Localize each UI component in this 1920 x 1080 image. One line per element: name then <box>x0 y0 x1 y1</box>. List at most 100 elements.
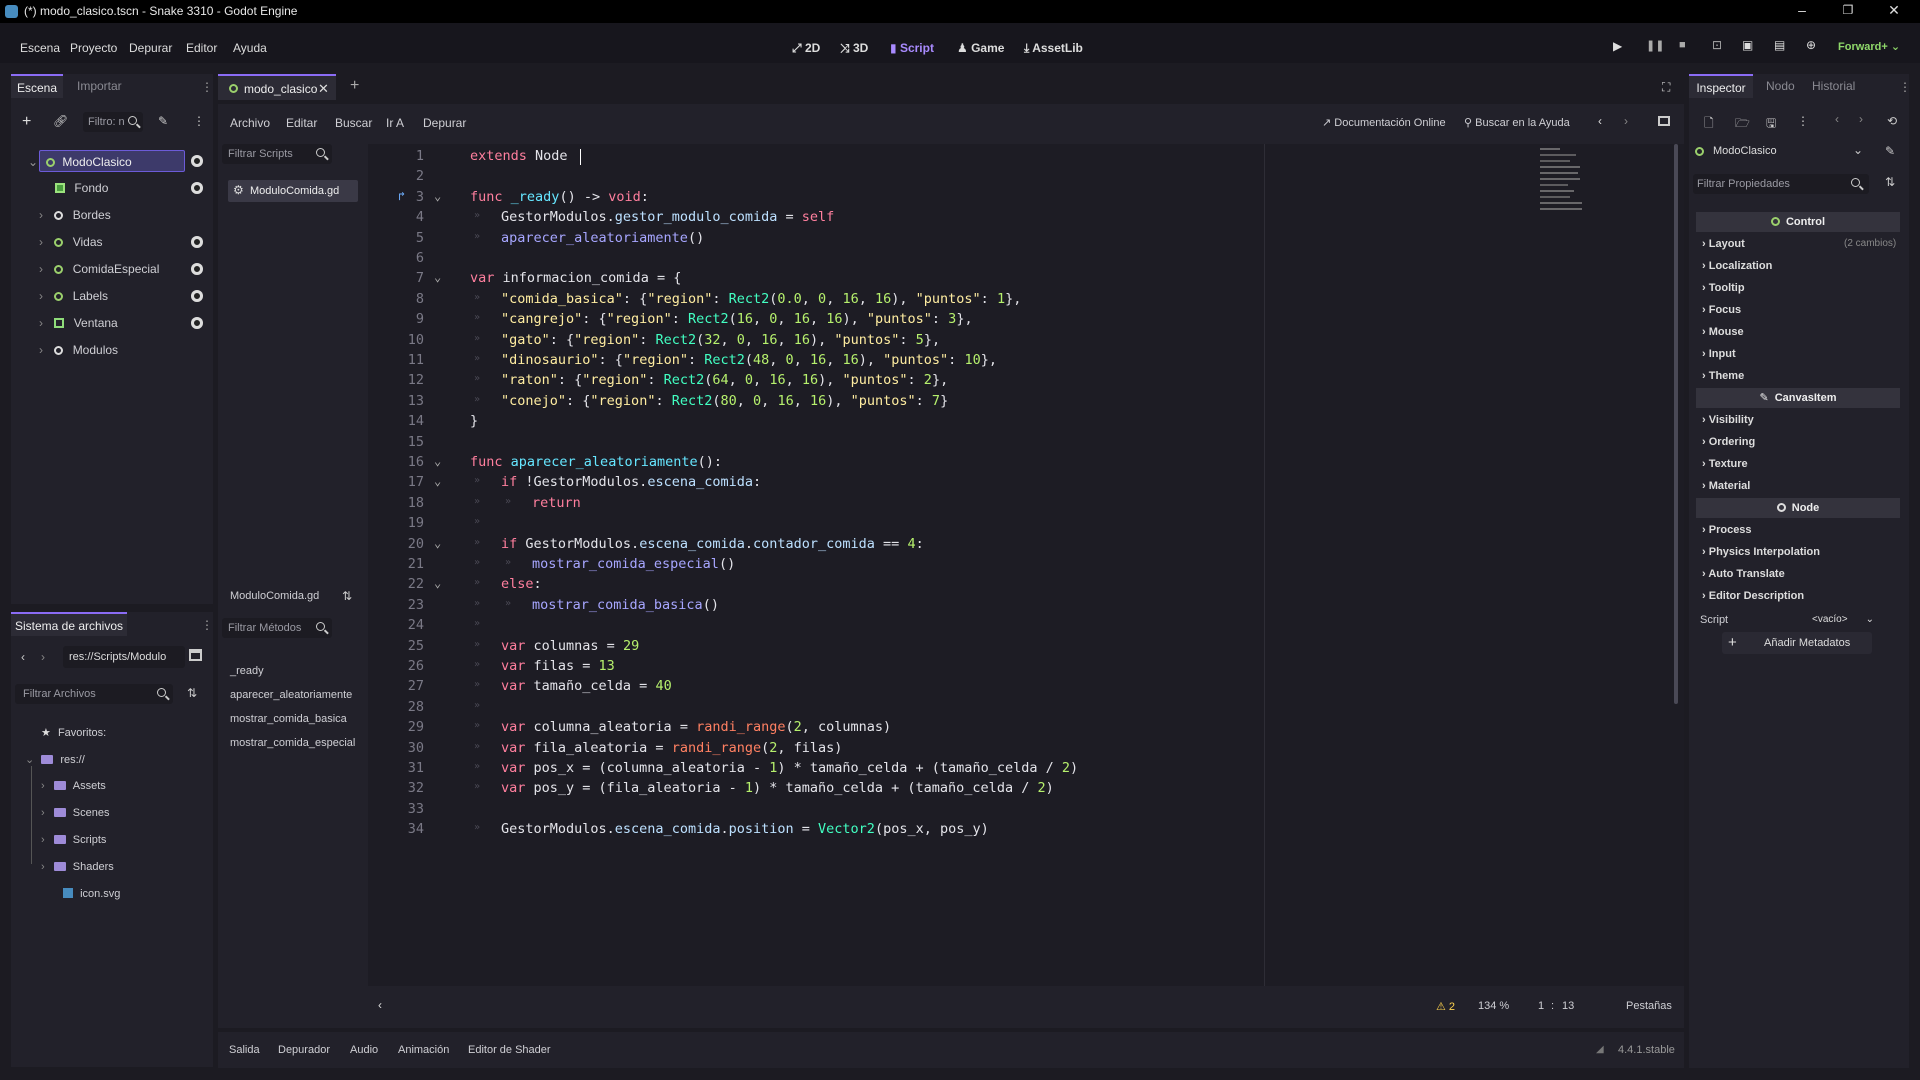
menu-archivo[interactable]: Archivo <box>230 116 270 130</box>
minimap[interactable] <box>1536 144 1584 264</box>
more-icon[interactable]: ⋮ <box>1797 114 1809 128</box>
fold-chevron-icon[interactable]: ⌄ <box>434 576 441 590</box>
prop-group-visibility[interactable]: › Visibility <box>1702 414 1754 426</box>
tree-node-modoclasico[interactable]: ⌄ ModoClasico <box>28 150 185 172</box>
filter-scripts-input[interactable]: Filtrar Scripts <box>222 144 332 164</box>
dock-menu-icon[interactable]: ⋮ <box>1899 80 1911 94</box>
filter-properties-input[interactable]: Filtrar Propiedades <box>1693 174 1869 194</box>
fold-chevron-icon[interactable]: ⌄ <box>434 454 441 468</box>
tab-script[interactable]: ▮ Script <box>890 41 934 55</box>
open-folder-icon[interactable]: 🗁︎ <box>1735 114 1750 135</box>
movie-maker-icon[interactable]: ⊕ <box>1806 38 1816 52</box>
zoom-level[interactable]: 134 % <box>1478 1000 1509 1012</box>
filter-methods-input[interactable]: Filtrar Métodos <box>222 618 332 638</box>
more-icon[interactable]: ⋮ <box>193 114 205 128</box>
path-field[interactable]: res://Scripts/Modulo <box>63 646 185 668</box>
menu-depurar-script[interactable]: Depurar <box>423 116 466 130</box>
float-window-icon[interactable] <box>1658 116 1670 126</box>
prop-group-focus[interactable]: › Focus <box>1702 304 1741 316</box>
close-tab-icon[interactable]: ✕ <box>318 81 329 97</box>
sort-icon[interactable]: ⇅ <box>342 589 352 603</box>
method-item[interactable]: mostrar_comida_basica <box>230 713 347 725</box>
menu-ayuda[interactable]: Ayuda <box>233 41 267 55</box>
link-icon[interactable]: 🔗︎ <box>53 114 68 128</box>
tab-nodo[interactable]: Nodo <box>1766 74 1795 98</box>
menu-buscar[interactable]: Buscar <box>335 116 372 130</box>
pause-icon[interactable]: ❚❚ <box>1646 39 1664 52</box>
prop-group-texture[interactable]: › Texture <box>1702 458 1748 470</box>
prop-group-layout[interactable]: › Layout <box>1702 238 1745 250</box>
tab-3d[interactable]: ⤨ 3D <box>840 41 868 56</box>
menu-depurar[interactable]: Depurar <box>129 41 172 55</box>
tab-2d[interactable]: ⤢ 2D <box>792 41 820 56</box>
dock-menu-icon[interactable]: ⋮ <box>201 618 213 632</box>
maximize-button[interactable]: ❐ <box>1828 3 1868 17</box>
folder-scenes[interactable]: › Scenes <box>41 807 110 819</box>
attach-script-icon[interactable]: ✎ <box>158 114 168 128</box>
online-docs-button[interactable]: ↗ Documentación Online <box>1322 116 1446 129</box>
object-history-icon[interactable]: ⟲ <box>1887 114 1897 128</box>
tab-game[interactable]: ♟ Game <box>957 41 1004 55</box>
visibility-eye-icon[interactable] <box>191 182 203 194</box>
section-node[interactable]: Node <box>1696 498 1900 518</box>
tree-node-comidaespecial[interactable]: › ComidaEspecial <box>39 258 239 280</box>
tab-animacion[interactable]: Animación <box>398 1044 449 1056</box>
file-filter-input[interactable]: Filtrar Archivos <box>15 684 173 704</box>
favorites-item[interactable]: ★ Favoritos: <box>41 726 106 739</box>
back-icon[interactable]: ‹ <box>21 650 25 664</box>
play-scene-icon[interactable]: ▣ <box>1742 38 1753 52</box>
method-item[interactable]: _ready <box>230 665 264 677</box>
search-help-button[interactable]: ⚲ Buscar en la Ayuda <box>1464 116 1570 129</box>
tab-filesystem[interactable]: Sistema de archivos <box>11 612 127 636</box>
remote-debug-icon[interactable]: ⊡ <box>1712 38 1722 52</box>
visibility-eye-icon[interactable] <box>191 155 203 167</box>
prop-group-ordering[interactable]: › Ordering <box>1702 436 1755 448</box>
menu-escena[interactable]: Escena <box>20 41 60 55</box>
folder-scripts[interactable]: › Scripts <box>41 834 106 846</box>
tab-escena[interactable]: Escena <box>11 74 63 98</box>
minimize-button[interactable]: – <box>1782 2 1822 18</box>
fold-chevron-icon[interactable]: ⌄ <box>434 270 441 284</box>
close-window-button[interactable]: ✕ <box>1874 2 1914 19</box>
method-item[interactable]: aparecer_aleatoriamente <box>230 689 352 701</box>
new-resource-icon[interactable]: 🗋︎ <box>1704 114 1714 135</box>
tab-shader-editor[interactable]: Editor de Shader <box>468 1044 551 1056</box>
prop-group-physics-interpolation[interactable]: › Physics Interpolation <box>1702 546 1820 558</box>
prop-group-theme[interactable]: › Theme <box>1702 370 1744 382</box>
fold-chevron-icon[interactable]: ⌄ <box>434 536 441 550</box>
file-icon-svg[interactable]: icon.svg <box>63 888 120 900</box>
dock-menu-icon[interactable]: ⋮ <box>201 80 213 94</box>
folder-shaders[interactable]: › Shaders <box>41 861 114 873</box>
history-back-icon[interactable]: ‹ <box>1835 112 1839 126</box>
tab-inspector[interactable]: Inspector <box>1689 74 1753 98</box>
method-item[interactable]: mostrar_comida_especial <box>230 737 355 749</box>
prop-group-mouse[interactable]: › Mouse <box>1702 326 1744 338</box>
tree-node-vidas[interactable]: › Vidas <box>39 231 239 253</box>
menu-editar[interactable]: Editar <box>286 116 317 130</box>
script-item[interactable]: ⚙ ModuloComida.gd <box>228 180 358 202</box>
menu-ir-a[interactable]: Ir A <box>386 116 404 130</box>
forward-icon[interactable]: › <box>41 650 45 664</box>
prev-script-icon[interactable]: ‹ <box>1598 114 1602 128</box>
tab-historial[interactable]: Historial <box>1812 74 1855 98</box>
selected-node-picker[interactable]: ModoClasico ⌄ <box>1693 142 1869 162</box>
add-node-icon[interactable]: + <box>22 113 31 131</box>
visibility-eye-icon[interactable] <box>191 236 203 248</box>
prop-group-process[interactable]: › Process <box>1702 524 1752 536</box>
stop-icon[interactable]: ■ <box>1679 39 1686 51</box>
settings-icon[interactable]: ⇅ <box>1885 175 1895 189</box>
visibility-eye-icon[interactable] <box>191 317 203 329</box>
section-canvasitem[interactable]: ✎ CanvasItem <box>1696 388 1900 408</box>
prop-group-input[interactable]: › Input <box>1702 348 1736 360</box>
code-scrollbar[interactable] <box>1674 144 1678 704</box>
prop-group-material[interactable]: › Material <box>1702 480 1750 492</box>
indent-mode[interactable]: Pestañas <box>1626 1000 1672 1012</box>
override-icon[interactable]: ↱ <box>398 189 405 203</box>
res-root[interactable]: ⌄ res:// <box>25 753 85 766</box>
node-docs-icon[interactable]: ✎ <box>1885 144 1895 158</box>
tree-node-labels[interactable]: › Labels <box>39 285 239 307</box>
scene-tab-modo-clasico[interactable]: modo_clasico ✕ <box>218 74 336 100</box>
sort-icon[interactable]: ⇅ <box>187 686 197 700</box>
prop-group-localization[interactable]: › Localization <box>1702 260 1772 272</box>
fold-chevron-icon[interactable]: ⌄ <box>434 189 441 203</box>
